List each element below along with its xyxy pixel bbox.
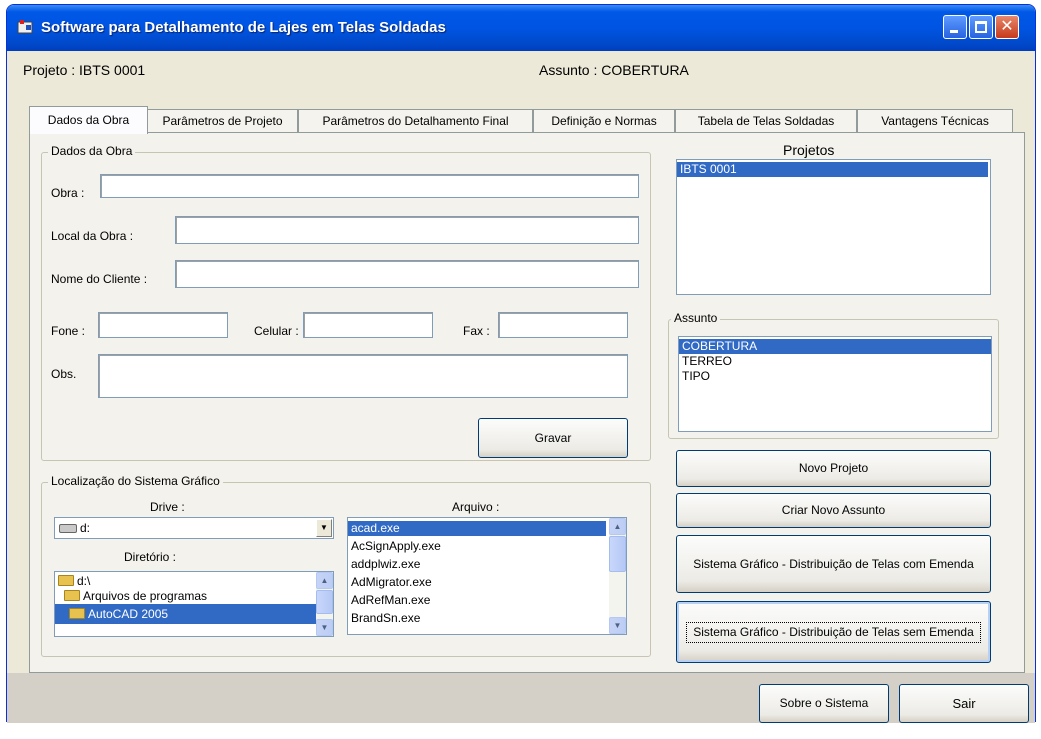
projeto-item[interactable]: IBTS 0001	[677, 162, 988, 177]
fax-label: Fax :	[463, 324, 490, 338]
local-obra-label: Local da Obra :	[51, 229, 134, 243]
tab-panel: Dados da Obra Obra : Local da Obra : Nom…	[29, 132, 1025, 673]
nome-cliente-field[interactable]	[175, 260, 639, 288]
sair-button[interactable]: Sair	[899, 684, 1029, 723]
sistema-com-emenda-button[interactable]: Sistema Gráfico - Distribuição de Telas …	[676, 535, 991, 593]
chevron-down-icon[interactable]: ▼	[316, 519, 332, 537]
tab-dados-obra[interactable]: Dados da Obra	[29, 106, 148, 134]
folder-open-icon	[69, 608, 85, 620]
file-item[interactable]: addplwiz.exe	[348, 557, 626, 572]
folder-open-icon	[58, 575, 74, 587]
dir-item[interactable]: Arquivos de programas	[55, 589, 333, 604]
assunto-group: Assunto COBERTURA TERREO TIPO	[668, 311, 999, 439]
scroll-down-icon[interactable]: ▼	[316, 619, 333, 636]
assunto-item[interactable]: TIPO	[679, 369, 991, 384]
novo-projeto-button[interactable]: Novo Projeto	[676, 450, 991, 487]
drive-label: Drive :	[150, 500, 185, 514]
assunto-group-label: Assunto	[671, 311, 721, 325]
scroll-thumb[interactable]	[609, 536, 626, 572]
local-obra-field[interactable]	[175, 216, 639, 244]
obs-label: Obs.	[51, 367, 77, 381]
arquivo-list[interactable]: acad.exe AcSignApply.exe addplwiz.exe Ad…	[347, 517, 627, 635]
maximize-button[interactable]	[969, 15, 993, 39]
assunto-list[interactable]: COBERTURA TERREO TIPO	[678, 336, 992, 432]
obra-label: Obra :	[51, 186, 85, 200]
fone-field[interactable]	[98, 312, 228, 338]
scroll-down-icon[interactable]: ▼	[609, 617, 626, 634]
maximize-icon	[975, 21, 987, 33]
file-item[interactable]: AdRefMan.exe	[348, 593, 626, 608]
folder-open-icon	[64, 590, 80, 602]
obra-field[interactable]	[100, 174, 639, 198]
dir-item[interactable]: d:\	[55, 574, 333, 589]
sobre-button[interactable]: Sobre o Sistema	[759, 684, 889, 723]
gravar-button[interactable]: Gravar	[478, 418, 628, 458]
scroll-thumb[interactable]	[316, 590, 333, 614]
dir-item[interactable]: AutoCAD 2005	[55, 604, 333, 624]
app-icon	[17, 20, 33, 34]
arquivo-scrollbar[interactable]: ▲ ▼	[609, 518, 626, 634]
drive-select[interactable]: d: ▼	[54, 517, 334, 539]
scroll-up-icon[interactable]: ▲	[609, 518, 626, 535]
sistema-sem-emenda-label: Sistema Gráfico - Distribuição de Telas …	[686, 621, 981, 643]
file-item[interactable]: AdMigrator.exe	[348, 575, 626, 590]
file-item[interactable]: AcSignApply.exe	[348, 539, 626, 554]
projetos-list[interactable]: IBTS 0001	[676, 159, 991, 295]
localizacao-group-label: Localização do Sistema Gráfico	[48, 474, 223, 488]
nome-cliente-label: Nome do Cliente :	[51, 272, 148, 286]
projetos-label: Projetos	[783, 142, 835, 158]
fax-field[interactable]	[498, 312, 628, 338]
tab-tabela-telas[interactable]: Tabela de Telas Soldadas	[675, 109, 857, 133]
file-item[interactable]: BrandSn.exe	[348, 611, 626, 626]
dados-obra-group-label: Dados da Obra	[48, 144, 136, 158]
diretorio-list[interactable]: d:\ Arquivos de programas AutoCAD 2005 ▲…	[54, 571, 334, 637]
criar-assunto-button[interactable]: Criar Novo Assunto	[676, 493, 991, 528]
file-item[interactable]: acad.exe	[348, 521, 606, 536]
tab-vantagens-tecnicas[interactable]: Vantagens Técnicas	[857, 109, 1013, 133]
projeto-info: Projeto : IBTS 0001	[23, 62, 146, 78]
diretorio-label: Diretório :	[124, 550, 177, 564]
assunto-item[interactable]: TERREO	[679, 354, 991, 369]
close-icon: ✕	[1000, 18, 1014, 35]
celular-label: Celular :	[254, 324, 299, 338]
drive-value: d:	[80, 521, 91, 535]
window-title: Software para Detalhamento de Lajes em T…	[41, 19, 446, 36]
assunto-info: Assunto : COBERTURA	[539, 62, 689, 78]
assunto-item[interactable]: COBERTURA	[679, 339, 991, 354]
localizacao-group: Localização do Sistema Gráfico Drive : d…	[41, 474, 651, 657]
tab-parametros-projeto[interactable]: Parâmetros de Projeto	[147, 109, 298, 133]
tab-definicao-normas[interactable]: Definição e Normas	[533, 109, 675, 133]
celular-field[interactable]	[303, 312, 433, 338]
scroll-up-icon[interactable]: ▲	[316, 572, 333, 589]
sistema-sem-emenda-button[interactable]: Sistema Gráfico - Distribuição de Telas …	[676, 601, 991, 663]
tab-parametros-detalhamento[interactable]: Parâmetros do Detalhamento Final	[298, 109, 533, 133]
obs-field[interactable]	[98, 354, 628, 398]
minimize-button[interactable]	[943, 15, 967, 39]
close-button[interactable]: ✕	[995, 15, 1019, 39]
drive-icon	[59, 524, 77, 534]
title-bar[interactable]: Software para Detalhamento de Lajes em T…	[7, 5, 1035, 51]
arquivo-label: Arquivo :	[452, 500, 500, 514]
status-bar: Sobre o Sistema Sair	[7, 673, 1035, 723]
fone-label: Fone :	[51, 324, 86, 338]
main-window: Software para Detalhamento de Lajes em T…	[6, 4, 1036, 723]
diretorio-scrollbar[interactable]: ▲ ▼	[316, 572, 333, 636]
minimize-icon	[950, 30, 958, 33]
dados-obra-group: Dados da Obra Obra : Local da Obra : Nom…	[41, 144, 651, 461]
